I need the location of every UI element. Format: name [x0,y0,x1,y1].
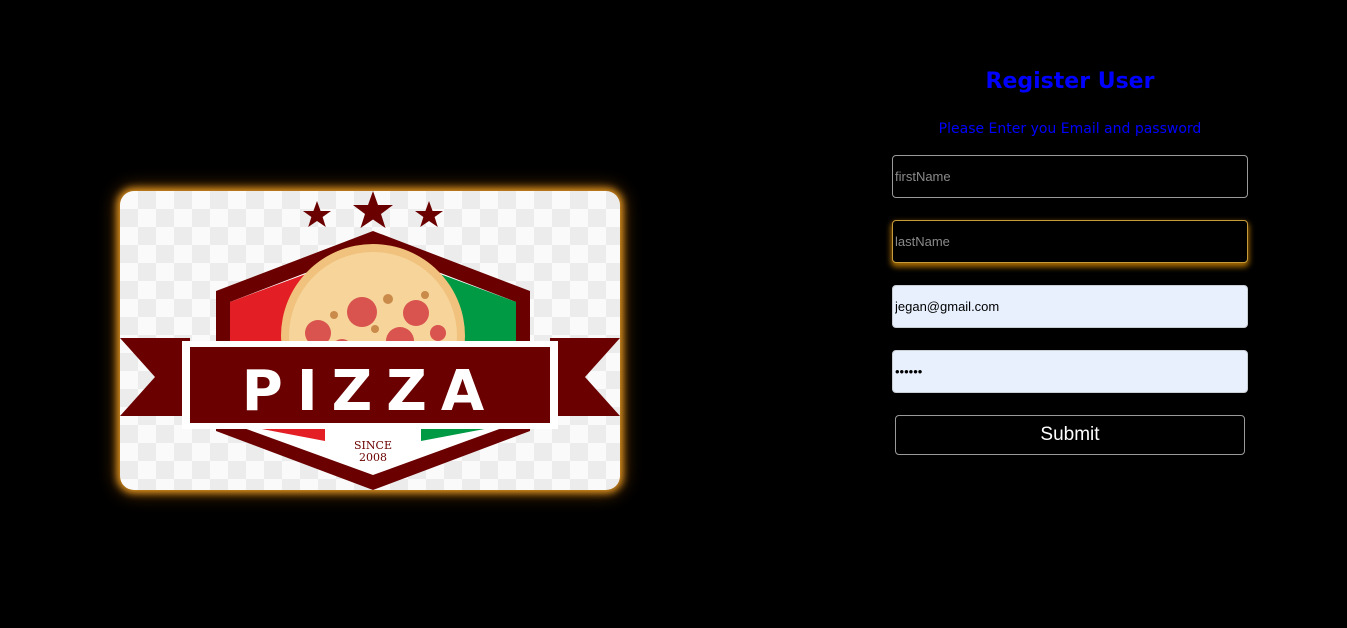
pizza-logo-icon: PIZZA SINCE 2008 [120,191,620,490]
since-year: 2008 [359,451,387,464]
form-subtitle: Please Enter you Email and password [938,121,1202,137]
first-name-input[interactable] [892,155,1248,198]
pizza-logo-image: PIZZA SINCE 2008 [120,191,620,490]
submit-button[interactable]: Submit [895,415,1245,455]
star-icon [303,201,331,227]
last-name-input[interactable] [892,220,1248,263]
brand-text: PIZZA [242,359,498,424]
star-icon [353,191,393,228]
star-icon [415,201,443,227]
form-title: Register User [985,69,1155,94]
email-input[interactable] [892,285,1248,328]
password-input[interactable] [892,350,1248,393]
register-page: PIZZA SINCE 2008 Register User Please En… [0,0,1347,628]
